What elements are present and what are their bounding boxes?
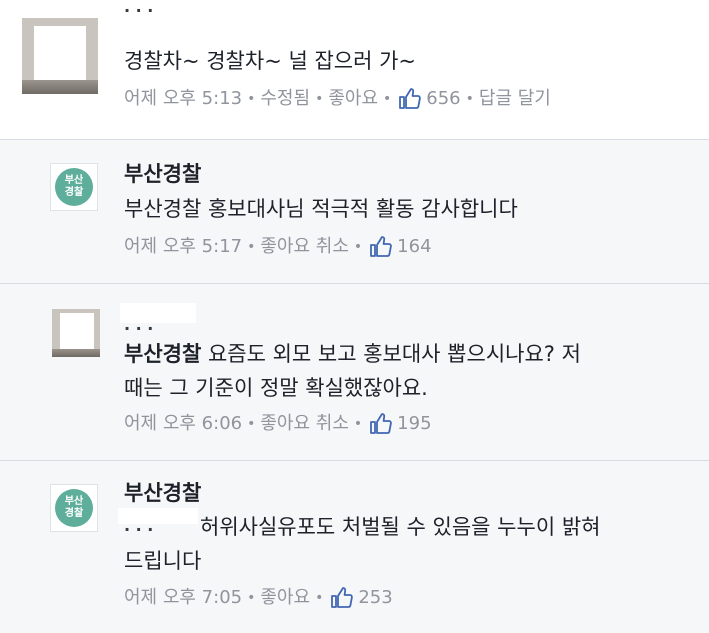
separator-dot: • [315, 91, 324, 107]
thumbs-up-icon[interactable] [369, 235, 393, 259]
like-link[interactable]: 좋아요 [328, 86, 378, 112]
unlike-link[interactable]: 좋아요 취소 [260, 234, 349, 260]
separator-dot: • [247, 91, 256, 107]
separator-dot: • [353, 239, 363, 255]
comment-text: 부산경찰 홍보대사님 적극적 활동 감사합니다 [124, 197, 518, 221]
reply-link[interactable]: 답글 달기 [479, 86, 551, 112]
comment-text-line-2: 때는 그 기준이 정말 확실했잖아요. [124, 376, 428, 400]
author-name[interactable]: 부산경찰 [124, 480, 201, 506]
thumbs-up-icon[interactable] [330, 586, 354, 610]
timestamp[interactable]: 어제 오후 7:05 [124, 585, 242, 611]
police-badge-logo: 부산 경찰 [55, 489, 93, 527]
comment-meta: 어제 오후 5:17 • 좋아요 취소 • 164 [124, 234, 432, 260]
separator-dot: • [465, 91, 474, 107]
comment-meta: 어제 오후 7:05 • 좋아요 • 253 [124, 585, 393, 611]
comment-meta: 어제 오후 6:06 • 좋아요 취소 • 195 [124, 411, 432, 437]
timestamp[interactable]: 어제 오후 5:17 [124, 234, 242, 260]
like-count[interactable]: 195 [397, 411, 431, 437]
comment-4: 부산 경찰 부산경찰 · · · 허위사실유포도 처벌될 수 있음을 누누이 밝… [0, 462, 709, 633]
thumbs-up-icon[interactable] [398, 87, 422, 111]
mentioned-page[interactable]: 부산경찰 [124, 342, 201, 366]
redaction-box [120, 303, 196, 323]
timestamp[interactable]: 어제 오후 6:06 [124, 411, 242, 437]
comment-text-line-1: 부산경찰 요즘도 외모 보고 홍보대사 뽑으시나요? 저 [124, 342, 581, 366]
separator-dot: • [247, 416, 256, 432]
user-avatar[interactable] [22, 18, 98, 94]
unlike-link[interactable]: 좋아요 취소 [260, 411, 349, 437]
comment-text-line-1: 허위사실유포도 처벌될 수 있음을 누누이 밝혀 [200, 515, 601, 539]
separator-dot: • [247, 239, 256, 255]
author-name[interactable]: 부산경찰 [124, 161, 201, 187]
comment-2: 부산 경찰 부산경찰 부산경찰 홍보대사님 적극적 활동 감사합니다 어제 오후… [0, 141, 709, 284]
busan-police-avatar[interactable]: 부산 경찰 [50, 484, 98, 532]
comment-meta: 어제 오후 5:13 • 수정됨 • 좋아요 • 656 • 답글 달기 [124, 86, 551, 112]
comment-thread: · · · 경찰차~ 경찰차~ 널 잡으러 가~ 어제 오후 5:13 • 수정… [0, 0, 709, 633]
separator-dot: • [383, 91, 392, 107]
like-count[interactable]: 656 [426, 86, 460, 112]
comment-text: 경찰차~ 경찰차~ 널 잡으러 가~ [124, 49, 417, 73]
redaction-box [118, 508, 198, 524]
like-count[interactable]: 253 [358, 585, 392, 611]
separator-dot: • [315, 590, 324, 606]
police-badge-logo: 부산 경찰 [55, 168, 93, 206]
user-avatar[interactable] [52, 309, 100, 357]
busan-police-avatar[interactable]: 부산 경찰 [50, 163, 98, 211]
like-count[interactable]: 164 [397, 234, 431, 260]
edited-label[interactable]: 수정됨 [260, 86, 310, 112]
comment-3: · · · 부산경찰 요즘도 외모 보고 홍보대사 뽑으시나요? 저 때는 그 … [0, 285, 709, 461]
separator-dot: • [247, 590, 256, 606]
timestamp[interactable]: 어제 오후 5:13 [124, 86, 242, 112]
comment-1: · · · 경찰차~ 경찰차~ 널 잡으러 가~ 어제 오후 5:13 • 수정… [0, 0, 709, 140]
redaction-box [122, 0, 202, 8]
thumbs-up-icon[interactable] [369, 412, 393, 436]
like-link[interactable]: 좋아요 [260, 585, 310, 611]
comment-text-line-2: 드립니다 [124, 549, 202, 573]
separator-dot: • [353, 416, 363, 432]
